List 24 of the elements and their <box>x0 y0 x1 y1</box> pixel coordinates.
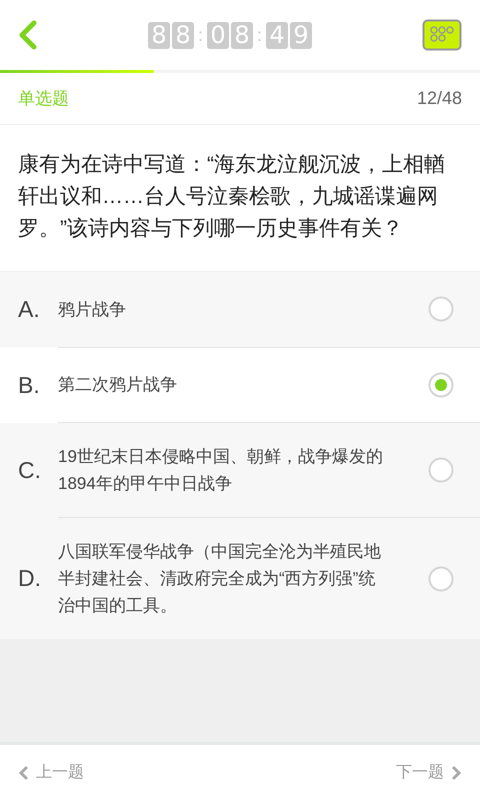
option-letter: D. <box>18 564 42 594</box>
radio-button[interactable] <box>428 457 454 483</box>
chevron-right-icon <box>452 766 462 780</box>
question-type-label: 单选题 <box>18 88 69 110</box>
option-row[interactable]: A. 鸦片战争 <box>0 272 480 346</box>
option-row[interactable]: D. 八国联军侵华战争（中国完全沦为半殖民地半封建社会、清政府完全成为“西方列强”统治中国的工具。 <box>0 518 480 639</box>
option-text: 鸦片战争 <box>58 298 127 321</box>
option-text: 八国联军侵华战争（中国完全沦为半殖民地半封建社会、清政府完全成为“西方列强”统治中国的工具。 <box>58 541 382 617</box>
radio-button[interactable] <box>428 566 454 592</box>
question-text: 康有为在诗中写道：“海东龙泣舰沉波，上相輶轩出议和……台人号泣秦桧歌，九城谣谍遍网罗。”该诗内容与下列哪一历史事件有关？ <box>18 152 446 242</box>
radio-button[interactable] <box>428 296 454 322</box>
back-icon[interactable] <box>18 20 38 50</box>
option-text: 19世纪末日本侵略中国、朝鲜，战争爆发的1894年的甲午中日战争 <box>58 446 384 495</box>
option-text: 第二次鸦片战争 <box>58 374 178 396</box>
radio-button[interactable] <box>428 372 454 398</box>
chevron-left-icon <box>18 766 28 780</box>
option-row[interactable]: B. 第二次鸦片战争 <box>0 348 480 422</box>
option-letter: B. <box>18 370 41 400</box>
option-letter: C. <box>18 456 42 485</box>
timer-separator: : <box>256 24 264 46</box>
question-counter: 12/48 <box>416 87 462 110</box>
timer-separator: : <box>196 24 204 46</box>
answer-sheet-icon[interactable] <box>422 19 462 51</box>
option-letter: A. <box>18 295 41 324</box>
